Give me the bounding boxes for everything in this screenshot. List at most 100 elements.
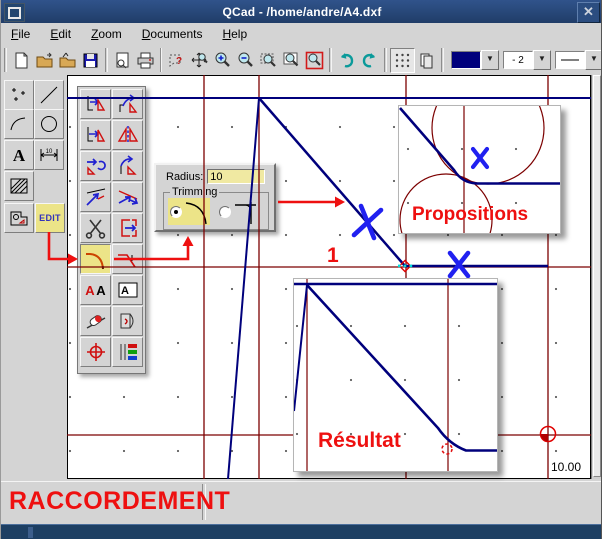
rotate-tool-icon[interactable] [112,89,143,119]
print-icon[interactable] [134,49,157,72]
menu-edit[interactable]: Edit [50,27,71,41]
fillet-point-marker [442,444,452,454]
window-title: QCad - /home/andre/A4.dxf [1,5,602,19]
menu-help[interactable]: Help [222,27,247,41]
svg-text:?: ? [176,56,182,67]
save-icon[interactable] [79,49,102,72]
stretch-tool-icon[interactable] [112,213,143,243]
toolbar-separator [441,48,444,72]
propositions-inset: Propositions [398,105,561,234]
trim-tool-icon[interactable] [80,182,111,212]
menu-file[interactable]: File [11,27,30,41]
filleted-polyline [400,108,560,184]
linestyle-combo[interactable]: ▼ [555,50,602,70]
mirror-axis-tool-icon[interactable] [112,120,143,150]
menu-bar: File Edit Zoom Documents Help [1,23,602,46]
vertical-scrollbar[interactable] [591,75,601,479]
width-combo[interactable]: - 2 ▼ [503,50,551,70]
trimming-label: Trimming [170,186,219,198]
drawing-tools-panel: A 10 EDIT [1,75,67,481]
redo-icon[interactable] [358,49,381,72]
edit-text-tool-icon[interactable]: AA [80,275,111,305]
arc-tool-icon[interactable] [4,109,34,139]
edit-mode-button[interactable]: EDIT [35,203,65,233]
menu-documents[interactable]: Documents [142,27,203,41]
radius-label: Radius: [166,171,203,183]
layers-icon[interactable] [415,49,438,72]
fillet-tool-icon[interactable] [80,244,111,274]
system-menu-icon[interactable] [4,3,25,22]
bend-tool-icon[interactable] [112,151,143,181]
flip-tool-icon[interactable] [112,306,143,336]
trim-none-option[interactable] [217,198,261,225]
delete-tool-icon[interactable] [80,306,111,336]
trim-two-tool-icon[interactable] [112,182,143,212]
width-value: - 2 [503,51,533,69]
svg-text:10: 10 [46,149,53,155]
toolbar-separator [329,48,332,72]
toolbar-separator [4,48,7,72]
coordinate-label: 10.00 [551,460,581,474]
svg-text:A: A [13,146,26,165]
trimming-group: Trimming [163,192,269,230]
radius-input[interactable] [207,169,265,184]
new-file-icon[interactable] [10,49,33,72]
trim-none-icon [233,199,259,225]
close-button[interactable]: ✕ [577,2,600,23]
color-combo[interactable]: ▼ [451,50,499,70]
radio-selected-icon[interactable] [170,206,182,218]
resultat-label: Résultat [318,429,401,453]
chamfer-tool-icon[interactable] [112,244,143,274]
mirror-tool-icon[interactable] [80,120,111,150]
pick-x-icon [473,149,487,167]
trim-round-option[interactable] [168,198,210,225]
snap-center-tool-icon[interactable] [80,337,111,367]
proposal-circle-1 [432,106,544,184]
shape-tool-icon[interactable] [4,203,34,233]
redraw-icon[interactable] [303,49,326,72]
points-tool-icon[interactable] [4,80,34,110]
chevron-down-icon[interactable]: ▼ [585,50,602,70]
cut-tool-icon[interactable] [80,213,111,243]
open-file-icon[interactable] [33,49,56,72]
edit-tools-palette: AA A [77,86,146,374]
resultat-inset: Résultat [293,278,498,472]
undo-icon[interactable] [335,49,358,72]
zoom-auto-icon[interactable] [280,49,303,72]
propositions-label: Propositions [412,204,528,226]
line-tool-icon[interactable] [34,80,64,110]
zoom-in-icon[interactable] [211,49,234,72]
step-number: 1 [327,244,339,268]
text-box-tool-icon[interactable]: A [112,275,143,305]
print-preview-icon[interactable] [111,49,134,72]
title-bar[interactable]: QCad - /home/andre/A4.dxf ✕ [1,0,602,23]
text-tool-icon[interactable]: A [4,140,34,170]
deselect-icon[interactable]: ? [165,49,188,72]
circle-tool-icon[interactable] [34,109,64,139]
toolbar-separator [160,48,163,72]
entity-color-swatch [451,51,481,69]
toolbar-separator [384,48,387,72]
dimension-tool-icon[interactable]: 10 [34,140,64,170]
menu-zoom[interactable]: Zoom [91,27,122,41]
move-tool-icon[interactable] [80,89,111,119]
zoom-out-icon[interactable] [234,49,257,72]
move-rotate-tool-icon[interactable] [80,151,111,181]
grid-toggle-icon[interactable] [390,48,415,73]
radio-unselected-icon[interactable] [219,206,231,218]
taskbar-handle[interactable] [28,527,33,538]
fillet-options-dialog: Radius: Trimming [154,163,276,232]
chevron-down-icon[interactable]: ▼ [481,50,499,70]
attributes-tool-icon[interactable] [112,337,143,367]
hatch-tool-icon[interactable] [4,171,34,201]
main-toolbar: ? ▼ - 2 ▼ [1,45,602,76]
chevron-down-icon[interactable]: ▼ [533,50,551,70]
entity-steep-line-inset [294,285,307,411]
desktop-taskbar[interactable] [1,524,602,539]
filleted-result-polyline [307,285,497,451]
zoom-window-icon[interactable] [257,49,280,72]
pan-zoom-icon[interactable] [188,49,211,72]
linestyle-preview [555,51,585,69]
raccordement-title: RACCORDEMENT [9,487,230,516]
insert-drawing-icon[interactable] [56,49,79,72]
